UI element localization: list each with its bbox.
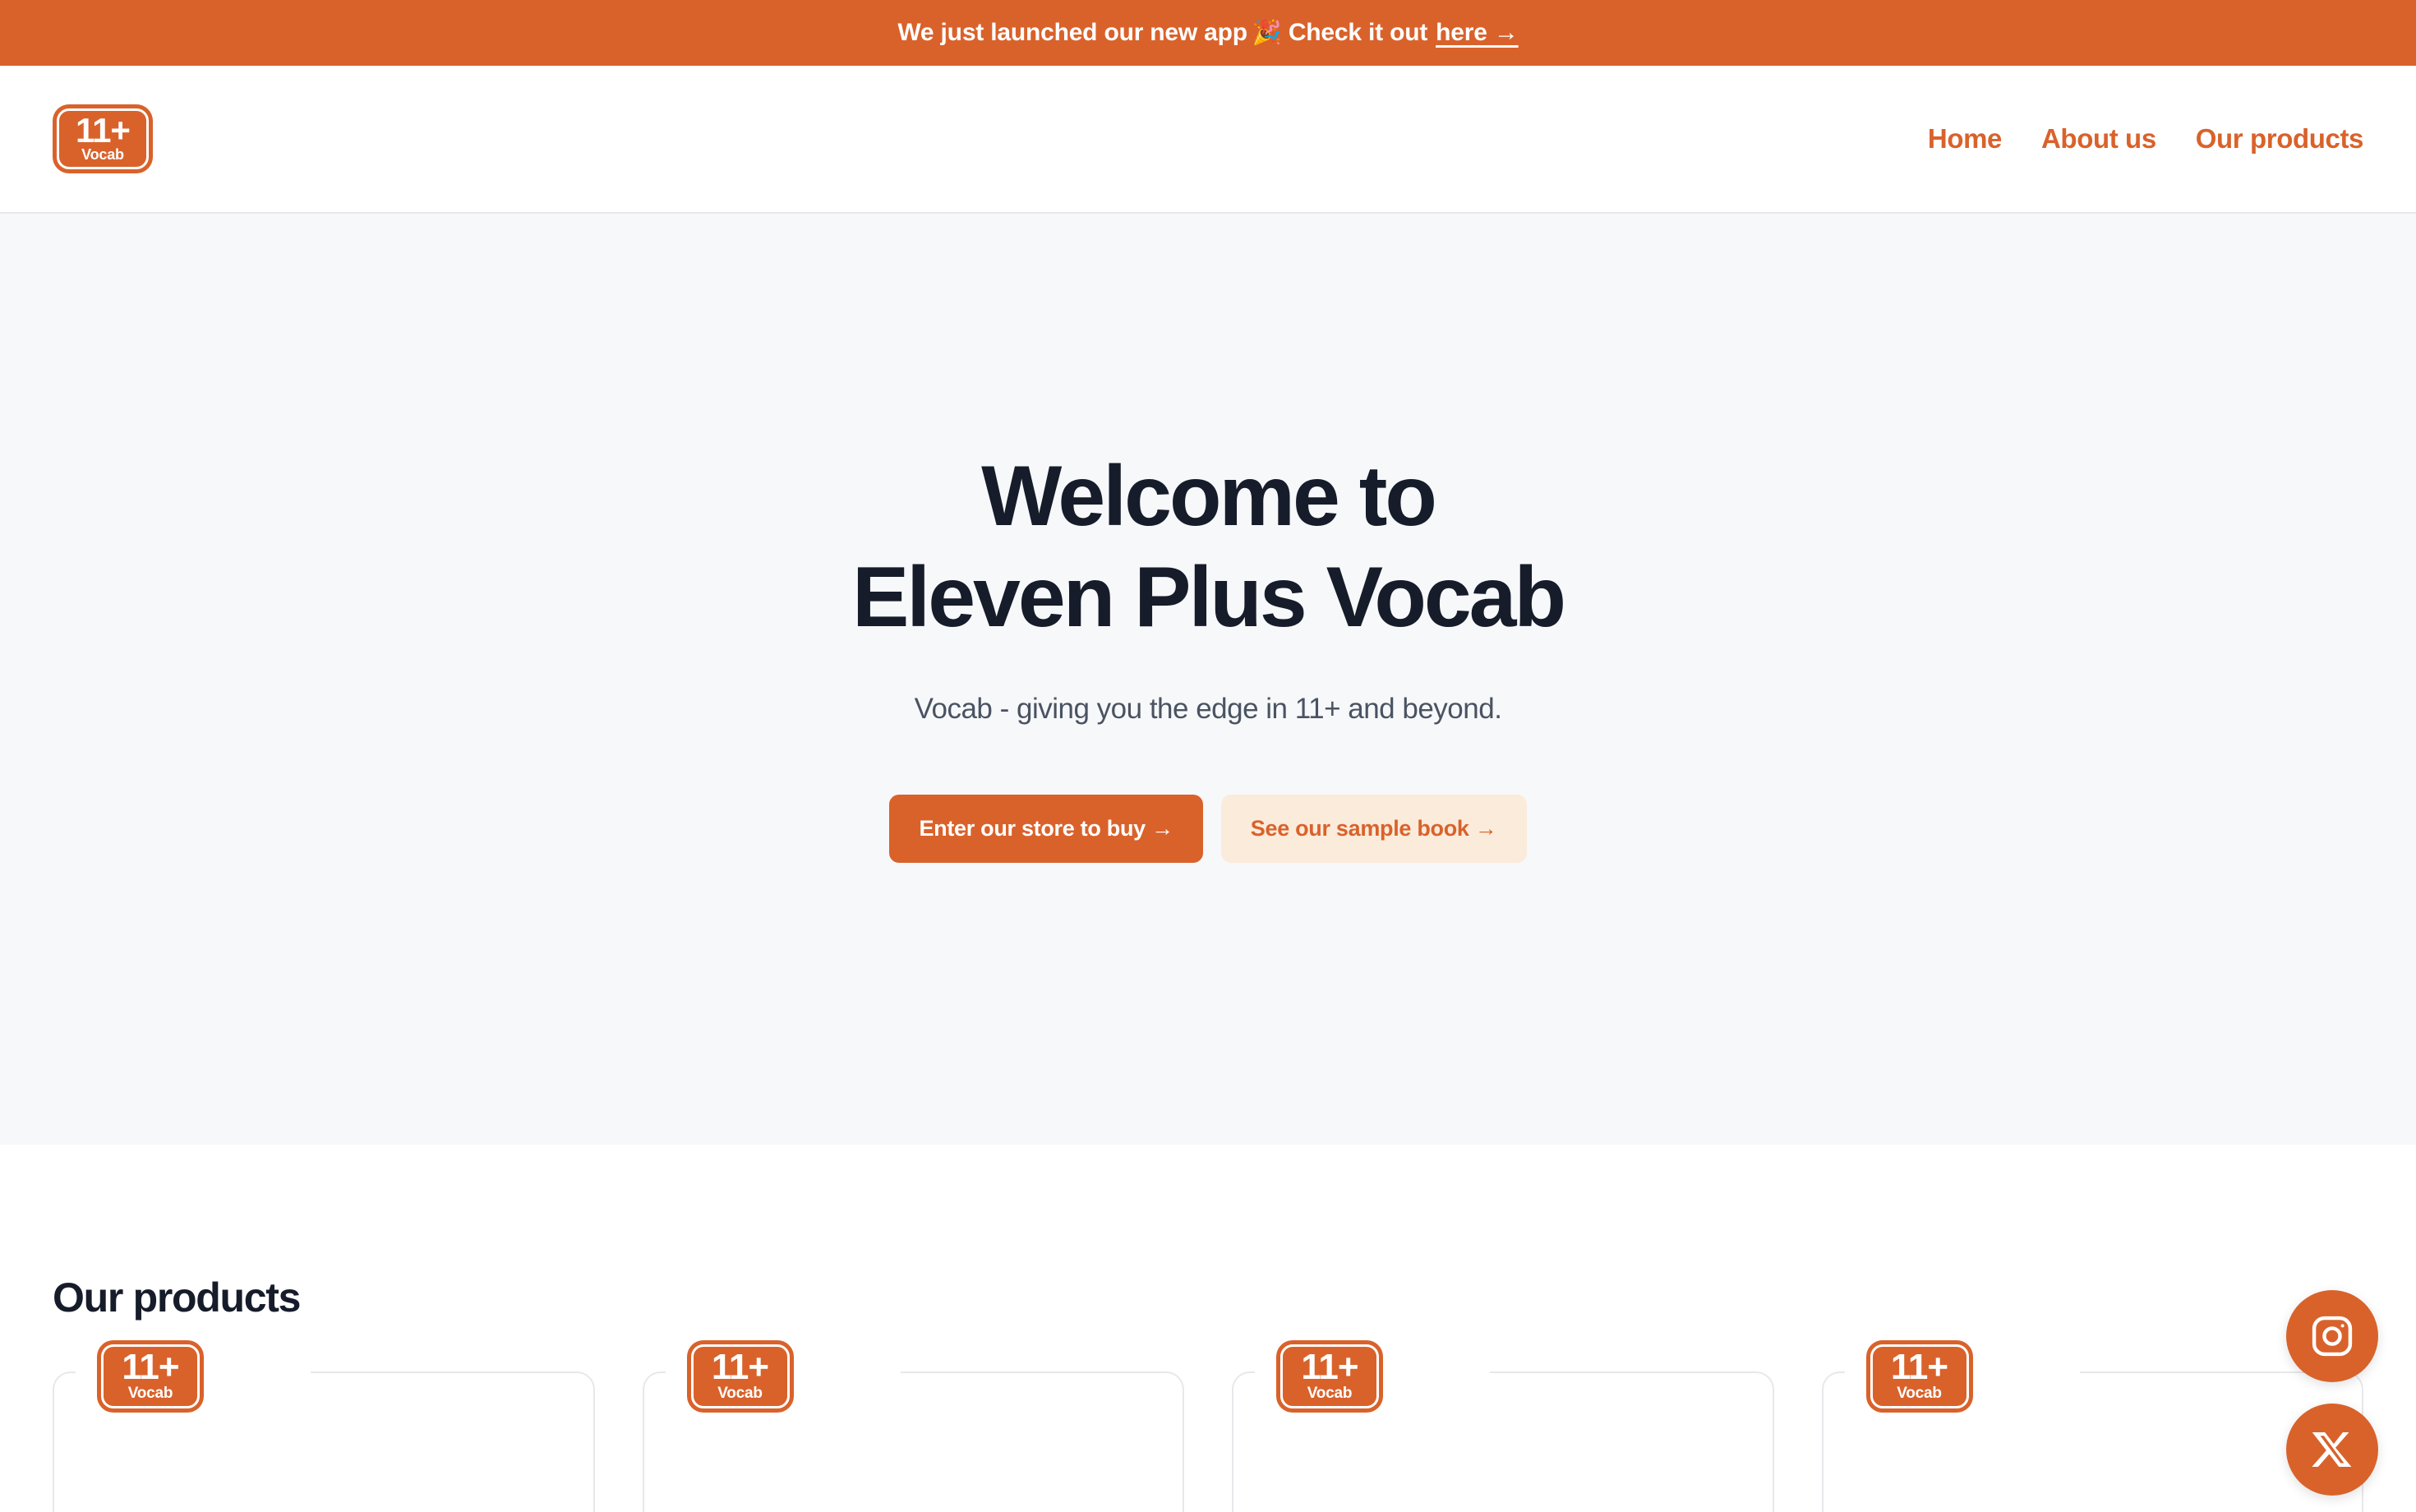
products-heading: Our products: [53, 1275, 301, 1321]
product-card[interactable]: 11+ Vocab ENGLISH: [53, 1340, 595, 1512]
book-badge-primary-text: 11+: [711, 1347, 769, 1388]
book-badge-primary-text: 11+: [1890, 1347, 1948, 1388]
logo-primary-text: 11+: [76, 110, 131, 150]
book-logo-badge: 11+ Vocab: [1276, 1340, 1383, 1413]
nav-link-our-products[interactable]: Our products: [2196, 123, 2364, 154]
book-badge-secondary-text: Vocab: [1897, 1384, 1942, 1402]
hero-section: Welcome to Eleven Plus Vocab Vocab - giv…: [0, 214, 2416, 1145]
product-card[interactable]: 11+ Vocab ENGLISH: [1821, 1340, 2363, 1512]
book-cover-image: 11+ Vocab ENGLISH: [1255, 1340, 1490, 1512]
enter-store-button[interactable]: Enter our store to buy →: [889, 794, 1203, 863]
product-card[interactable]: 11+ Vocab ENGLISH: [1232, 1340, 1774, 1512]
book-logo-badge: 11+ Vocab: [97, 1340, 204, 1413]
announcement-banner-text: We just launched our new app 🎉 Check it …: [897, 19, 1518, 47]
nav-link-home[interactable]: Home: [1928, 123, 2002, 154]
book-cover-image: 11+ Vocab ENGLISH: [76, 1340, 311, 1512]
site-header: 11+ Vocab Home About us Our products: [0, 66, 2416, 214]
instagram-icon: [2312, 1316, 2353, 1357]
hero-subtitle: Vocab - giving you the edge in 11+ and b…: [914, 692, 1502, 725]
hero-title: Welcome to Eleven Plus Vocab: [851, 446, 1566, 648]
book-badge-secondary-text: Vocab: [1307, 1384, 1353, 1402]
announcement-text-before: We just launched our new app: [897, 19, 1247, 46]
announcement-here-link[interactable]: here →: [1436, 19, 1519, 47]
hero-title-line-1: Welcome to: [981, 449, 1437, 545]
products-section: Our products 11+ Vocab ENGLISH 11+: [0, 1145, 2416, 1512]
book-badge-secondary-text: Vocab: [717, 1384, 763, 1402]
hero-title-line-2: Eleven Plus Vocab: [851, 550, 1566, 645]
product-card[interactable]: 11+ Vocab ENGLISH: [642, 1340, 1184, 1512]
book-logo-badge: 11+ Vocab: [686, 1340, 794, 1413]
eleven-plus-vocab-logo[interactable]: 11+ Vocab: [53, 104, 153, 173]
x-twitter-icon: [2312, 1432, 2352, 1467]
book-cover-image: 11+ Vocab ENGLISH: [665, 1340, 901, 1512]
book-logo-badge: 11+ Vocab: [1865, 1340, 1973, 1413]
nav-link-about-us[interactable]: About us: [2041, 123, 2156, 154]
book-badge-primary-text: 11+: [122, 1347, 179, 1388]
sample-book-button[interactable]: See our sample book →: [1220, 794, 1527, 863]
party-popper-icon: 🎉: [1252, 19, 1282, 46]
social-button-stack: [2286, 1290, 2378, 1496]
hero-actions: Enter our store to buy → See our sample …: [889, 794, 1527, 863]
announcement-text-after: Check it out: [1288, 19, 1428, 46]
book-badge-secondary-text: Vocab: [127, 1384, 173, 1402]
product-grid: 11+ Vocab ENGLISH 11+ Vocab ENGLISH: [53, 1340, 2363, 1512]
book-cover-image: 11+ Vocab ENGLISH: [1844, 1340, 2080, 1512]
logo-secondary-text: Vocab: [81, 146, 124, 164]
x-twitter-button[interactable]: [2286, 1404, 2378, 1496]
instagram-button[interactable]: [2286, 1290, 2378, 1382]
announcement-banner: We just launched our new app 🎉 Check it …: [0, 0, 2416, 66]
main-navigation: Home About us Our products: [1928, 123, 2363, 154]
book-badge-primary-text: 11+: [1301, 1347, 1358, 1388]
